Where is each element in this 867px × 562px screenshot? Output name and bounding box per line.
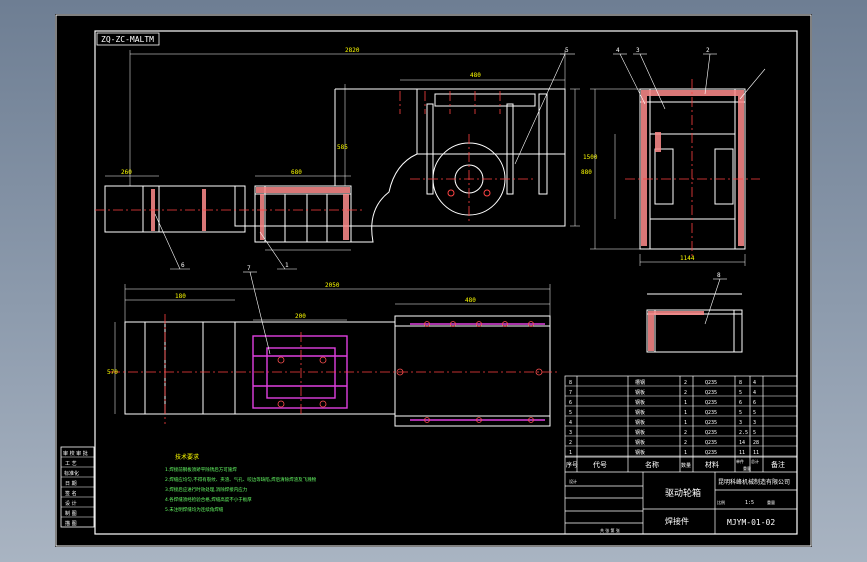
company-name: 昆明科峰机械制造有限公司 — [718, 478, 790, 486]
design-label: 设计 — [569, 478, 577, 484]
header-unit: 单件 — [736, 458, 744, 464]
parts-cell-mat: Q235 — [705, 420, 717, 426]
parts-cell-qty: 1 — [684, 410, 687, 416]
parts-cell-qty: 2 — [684, 390, 687, 396]
parts-cell-w1: 6 — [739, 400, 742, 406]
parts-cell-qty: 1 — [684, 420, 687, 426]
parts-cell-w1: 2.5 — [739, 430, 748, 436]
parts-cell-no: 7 — [569, 390, 572, 396]
parts-cell-w2: 6 — [753, 400, 756, 406]
parts-cell-no: 5 — [569, 410, 572, 416]
parts-cell-w2: 3 — [753, 420, 756, 426]
header-total: 总计 — [751, 458, 759, 464]
header-weight: 重量 — [743, 465, 751, 471]
parts-cell-no: 3 — [569, 430, 572, 436]
parts-cell-w1: 5 — [739, 390, 742, 396]
parts-cell-w2: 5 — [753, 430, 756, 436]
parts-cell-name: 钢板 — [635, 429, 645, 436]
header-remark: 备注 — [771, 460, 785, 469]
parts-cell-no: 4 — [569, 420, 572, 426]
parts-cell-name: 钢板 — [635, 439, 645, 446]
parts-cell-w2: 5 — [753, 410, 756, 416]
parts-cell-qty: 2 — [684, 430, 687, 436]
header-name: 名称 — [645, 460, 659, 469]
parts-cell-name: 钢板 — [635, 449, 645, 456]
parts-cell-name: 钢板 — [635, 419, 645, 426]
drawing-number: MJYM-01-02 — [727, 518, 775, 527]
parts-cell-mat: Q235 — [705, 400, 717, 406]
header-material: 材料 — [705, 460, 719, 469]
title-block-text: 序号 代号 名称 数量 材料 单件 总计 重量 备注 8 槽钢 2 Q235 8 4 7 钢板… — [565, 379, 797, 533]
parts-cell-no: 1 — [569, 450, 572, 456]
parts-cell-w1: 5 — [739, 410, 742, 416]
parts-cell-qty: 1 — [684, 400, 687, 406]
parts-cell-qty: 2 — [684, 380, 687, 386]
parts-cell-w1: 14 — [739, 440, 745, 446]
parts-cell-mat: Q235 — [705, 450, 717, 456]
header-seq: 序号 — [566, 461, 578, 469]
parts-cell-mat: Q235 — [705, 390, 717, 396]
parts-cell-qty: 1 — [684, 450, 687, 456]
parts-cell-w2: 28 — [753, 440, 759, 446]
header-qty: 数量 — [681, 462, 691, 469]
header-code: 代号 — [593, 460, 607, 469]
parts-cell-no: 8 — [569, 380, 572, 386]
parts-cell-w2: 11 — [753, 450, 759, 456]
drawing-sheet: ZQ-ZC-MALTM 审 校 审 批 工 艺 标准化 日 期 签 名 设 计 … — [55, 14, 812, 547]
drawing-title: 驱动轮箱 — [665, 487, 701, 499]
scale-value: 1:5 — [745, 500, 754, 506]
weight-label: 重量 — [767, 499, 775, 505]
parts-cell-w1: 11 — [739, 450, 745, 456]
parts-cell-name: 钢板 — [635, 399, 645, 406]
sheet-label: 共 张 第 张 — [600, 527, 620, 533]
parts-cell-w1: 3 — [739, 420, 742, 426]
parts-cell-w2: 4 — [753, 390, 756, 396]
parts-cell-mat: Q235 — [705, 380, 717, 386]
parts-cell-no: 2 — [569, 440, 572, 446]
parts-cell-name: 钢板 — [635, 409, 645, 416]
parts-cell-mat: Q235 — [705, 410, 717, 416]
parts-cell-no: 6 — [569, 400, 572, 406]
type-label: 焊接件 — [665, 516, 689, 526]
parts-cell-w2: 4 — [753, 380, 756, 386]
ratio-label: 比例 — [717, 499, 725, 505]
parts-cell-mat: Q235 — [705, 440, 717, 446]
parts-cell-w1: 8 — [739, 380, 742, 386]
parts-cell-qty: 2 — [684, 440, 687, 446]
parts-cell-name: 槽钢 — [635, 379, 645, 386]
parts-cell-mat: Q235 — [705, 430, 717, 436]
parts-list: 8 槽钢 2 Q235 8 4 7 钢板 2 Q235 5 4 6 钢板 1 Q235 6 6 5 钢板 1 Q235 5 5… — [565, 379, 797, 457]
parts-cell-name: 钢板 — [635, 389, 645, 396]
